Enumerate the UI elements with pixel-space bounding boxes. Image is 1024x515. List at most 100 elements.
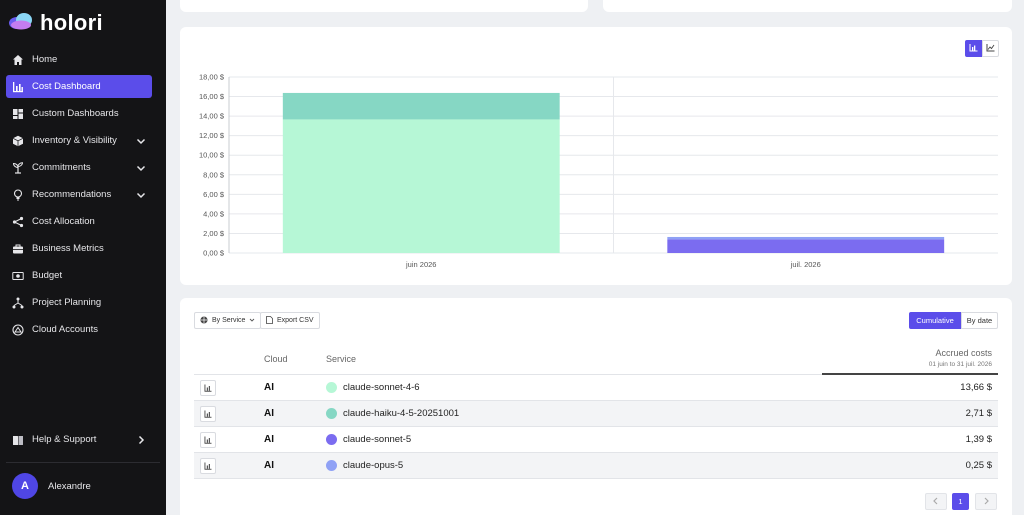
sidebar-item-home[interactable]: Home: [6, 48, 152, 71]
bar-segment: [282, 119, 560, 254]
bar-chart-icon: [204, 431, 212, 449]
anthropic-logo: AI: [264, 460, 274, 471]
bar-chart-icon: [12, 81, 24, 93]
y-tick-label: 16,00 $: [199, 92, 225, 101]
column-header-service[interactable]: Service: [326, 354, 356, 364]
y-tick-label: 8,00 $: [203, 170, 225, 179]
sidebar-item-recommendations[interactable]: Recommendations: [6, 183, 152, 206]
user-profile[interactable]: A Alexandre: [12, 473, 91, 499]
dashboard-icon: [12, 108, 24, 120]
table-row[interactable]: AI claude-opus-5 0,25 $: [194, 453, 998, 479]
sidebar-item-budget[interactable]: Budget: [6, 264, 152, 287]
chevron-down-icon[interactable]: [136, 136, 146, 146]
y-tick-label: 2,00 $: [203, 229, 225, 238]
sidebar-item-commitments[interactable]: Commitments: [6, 156, 152, 179]
y-tick-label: 0,00 $: [203, 249, 225, 258]
bar-chart-icon: [204, 405, 212, 423]
by-date-toggle[interactable]: By date: [961, 312, 998, 329]
bar-chart-icon: [204, 379, 212, 397]
chevron-down-icon: [249, 317, 255, 325]
cost-view-toggle: Cumulative By date: [909, 312, 998, 329]
accrued-cost: 0,25 $: [965, 460, 992, 471]
table-row[interactable]: AI claude-haiku-4-5-20251001 2,71 $: [194, 401, 998, 427]
help-section: Help & Support: [6, 428, 152, 455]
sidebar-item-help[interactable]: Help & Support: [6, 428, 152, 451]
sidebar-item-project-planning[interactable]: Project Planning: [6, 291, 152, 314]
chevron-down-icon[interactable]: [136, 163, 146, 173]
sidebar-item-label: Custom Dashboards: [32, 108, 119, 119]
sidebar-item-cost-dashboard[interactable]: Cost Dashboard: [6, 75, 152, 98]
sidebar-item-custom-dashboards[interactable]: Custom Dashboards: [6, 102, 152, 125]
sidebar-item-label: Project Planning: [32, 297, 102, 308]
sidebar: holori Home Cost Dashboard Custom Dashboar…: [0, 0, 166, 515]
anthropic-logo: AI: [264, 382, 274, 393]
page-button-current[interactable]: 1: [952, 493, 969, 510]
prev-page-button[interactable]: [925, 493, 947, 510]
sidebar-item-label: Inventory & Visibility: [32, 135, 117, 146]
chevron-right-icon: [136, 435, 146, 445]
service-name[interactable]: claude-sonnet-4-6: [343, 382, 420, 393]
y-tick-label: 6,00 $: [203, 190, 225, 199]
sidebar-item-label: Cost Dashboard: [32, 81, 101, 92]
y-tick-label: 12,00 $: [199, 131, 225, 140]
chevron-down-icon[interactable]: [136, 190, 146, 200]
row-chart-button[interactable]: [200, 406, 216, 422]
service-color-dot: [326, 382, 337, 393]
table-row[interactable]: AI claude-sonnet-5 1,39 $: [194, 427, 998, 453]
x-tick-label: juin 2026: [405, 260, 436, 269]
chevron-left-icon: [932, 497, 940, 507]
sidebar-item-cloud-accounts[interactable]: Cloud Accounts: [6, 318, 152, 341]
column-header-cloud[interactable]: Cloud: [264, 354, 288, 364]
cube-icon: [12, 135, 24, 147]
summary-card-left: [180, 0, 588, 12]
sidebar-item-cost-allocation[interactable]: Cost Allocation: [6, 210, 152, 233]
cost-chart-card: 0,00 $ 2,00 $ 4,00 $ 6,00 $ 8,00 $ 10,00 $ 12,…: [180, 27, 1012, 285]
y-tick-label: 4,00 $: [203, 209, 225, 218]
column-header-accrued-costs[interactable]: Accrued costs: [935, 348, 992, 358]
bar-segment: [282, 92, 560, 120]
user-name: Alexandre: [48, 480, 91, 492]
bar-segment: [667, 236, 945, 240]
service-color-dot: [326, 460, 337, 471]
cumulative-toggle[interactable]: Cumulative: [909, 312, 961, 329]
accrued-cost: 13,66 $: [960, 382, 992, 393]
sidebar-divider: [6, 462, 160, 463]
service-name[interactable]: claude-opus-5: [343, 460, 403, 471]
money-icon: [12, 270, 24, 282]
service-name[interactable]: claude-sonnet-5: [343, 434, 411, 445]
group-by-label: By Service: [212, 317, 246, 324]
row-chart-button[interactable]: [200, 458, 216, 474]
sidebar-item-inventory-visibility[interactable]: Inventory & Visibility: [6, 129, 152, 152]
sprout-icon: [12, 161, 24, 174]
accrued-cost: 2,71 $: [965, 408, 992, 419]
accrued-cost: 1,39 $: [965, 434, 992, 445]
sidebar-item-business-metrics[interactable]: Business Metrics: [6, 237, 152, 260]
y-tick-label: 18,00 $: [199, 73, 225, 82]
app-name: holori: [40, 10, 103, 35]
row-chart-button[interactable]: [200, 432, 216, 448]
logo[interactable]: holori: [8, 10, 103, 36]
sidebar-item-label: Commitments: [32, 162, 91, 173]
sidebar-item-label: Help & Support: [32, 434, 97, 445]
file-icon: [266, 315, 273, 326]
x-tick-label: juil. 2026: [790, 260, 821, 269]
export-csv-button[interactable]: Export CSV: [260, 312, 320, 329]
table-row[interactable]: AI claude-sonnet-4-6 13,66 $: [194, 375, 998, 401]
row-chart-button[interactable]: [200, 380, 216, 396]
sidebar-item-label: Cloud Accounts: [32, 324, 99, 335]
service-color-dot: [326, 408, 337, 419]
sidebar-item-label: Cost Allocation: [32, 216, 95, 227]
next-page-button[interactable]: [975, 493, 997, 510]
sidebar-item-label: Business Metrics: [32, 243, 104, 254]
group-by-dropdown[interactable]: By Service: [194, 312, 262, 329]
sidebar-item-label: Recommendations: [32, 189, 112, 200]
accrued-period: 01 juin to 31 juil. 2026: [928, 361, 992, 368]
avatar: A: [12, 473, 38, 499]
summary-card-right: [603, 0, 1012, 12]
share-icon: [12, 216, 24, 228]
service-name[interactable]: claude-haiku-4-5-20251001: [343, 408, 459, 419]
lightbulb-icon: [12, 188, 24, 201]
cost-table-card: By Service Export CSV Cumulative By date…: [180, 298, 1012, 515]
home-icon: [12, 54, 24, 66]
anthropic-logo: AI: [264, 434, 274, 445]
